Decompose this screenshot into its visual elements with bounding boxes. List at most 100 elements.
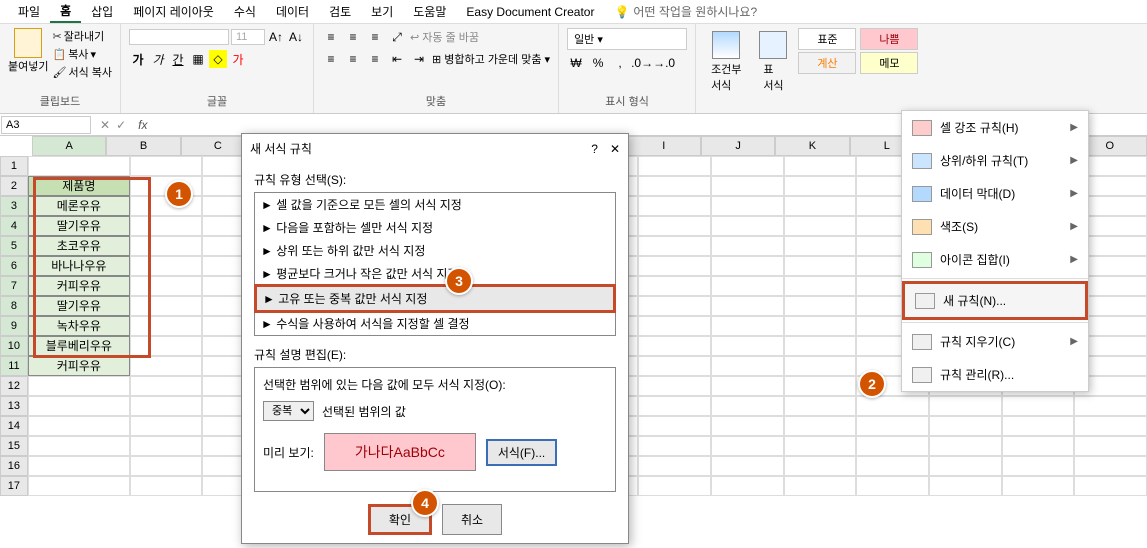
- cell-B7[interactable]: [130, 276, 203, 296]
- cell-J15[interactable]: [711, 436, 784, 456]
- tab-layout[interactable]: 페이지 레이아웃: [123, 1, 224, 22]
- cell-O14[interactable]: [1074, 416, 1147, 436]
- cell-K15[interactable]: [784, 436, 857, 456]
- currency-icon[interactable]: ₩: [567, 54, 585, 72]
- row-header-8[interactable]: 8: [0, 296, 28, 316]
- row-header-17[interactable]: 17: [0, 476, 28, 496]
- cell-J16[interactable]: [711, 456, 784, 476]
- cell-A1[interactable]: [28, 156, 130, 176]
- row-header-10[interactable]: 10: [0, 336, 28, 356]
- cell-M15[interactable]: [929, 436, 1002, 456]
- cell-style-bad[interactable]: 나쁨: [860, 28, 918, 50]
- comma-icon[interactable]: ,: [611, 54, 629, 72]
- cell-I17[interactable]: [638, 476, 711, 496]
- cell-K12[interactable]: [784, 376, 857, 396]
- cell-style-calc[interactable]: 계산: [798, 52, 856, 74]
- tab-edc[interactable]: Easy Document Creator: [456, 3, 604, 21]
- cell-M16[interactable]: [929, 456, 1002, 476]
- cell-B15[interactable]: [130, 436, 203, 456]
- cell-N15[interactable]: [1002, 436, 1075, 456]
- rule-item-4[interactable]: ► 고유 또는 중복 값만 서식 지정: [254, 284, 616, 313]
- cell-B14[interactable]: [130, 416, 203, 436]
- cell-O16[interactable]: [1074, 456, 1147, 476]
- cell-A12[interactable]: [28, 376, 130, 396]
- dropdown-item-4[interactable]: 아이콘 집합(I)▶: [902, 243, 1088, 276]
- dec-decimal-icon[interactable]: →.0: [655, 54, 673, 72]
- orientation-icon[interactable]: ⤢: [388, 28, 406, 46]
- cell-B6[interactable]: [130, 256, 203, 276]
- cell-J6[interactable]: [711, 256, 784, 276]
- dropdown-item-0[interactable]: 셀 강조 규칙(H)▶: [902, 111, 1088, 144]
- cell-K9[interactable]: [784, 316, 857, 336]
- rule-item-0[interactable]: ► 셀 값을 기준으로 모든 셀의 서식 지정: [255, 193, 615, 216]
- merge-center-button[interactable]: ⊞ 병합하고 가운데 맞춤 ▾: [432, 51, 550, 67]
- cell-J12[interactable]: [711, 376, 784, 396]
- font-family-select[interactable]: [129, 29, 229, 45]
- format-button[interactable]: 서식(F)...: [486, 439, 557, 466]
- col-header-B[interactable]: B: [106, 136, 180, 156]
- font-size-select[interactable]: 11: [231, 29, 265, 45]
- cell-A11[interactable]: 커피우유: [28, 356, 130, 376]
- cell-K10[interactable]: [784, 336, 857, 356]
- cell-L15[interactable]: [856, 436, 929, 456]
- cell-I5[interactable]: [638, 236, 711, 256]
- cell-J13[interactable]: [711, 396, 784, 416]
- col-header-K[interactable]: K: [775, 136, 849, 156]
- cell-I15[interactable]: [638, 436, 711, 456]
- cell-I2[interactable]: [638, 176, 711, 196]
- cell-A9[interactable]: 녹차우유: [28, 316, 130, 336]
- cell-B4[interactable]: [130, 216, 203, 236]
- cell-B10[interactable]: [130, 336, 203, 356]
- bold-icon[interactable]: 가: [129, 50, 147, 68]
- cell-K2[interactable]: [784, 176, 857, 196]
- cell-J4[interactable]: [711, 216, 784, 236]
- cell-J10[interactable]: [711, 336, 784, 356]
- cell-K7[interactable]: [784, 276, 857, 296]
- cell-J7[interactable]: [711, 276, 784, 296]
- cell-A16[interactable]: [28, 456, 130, 476]
- paste-button[interactable]: 붙여넣기: [8, 28, 48, 74]
- cell-K17[interactable]: [784, 476, 857, 496]
- cell-J9[interactable]: [711, 316, 784, 336]
- cell-A4[interactable]: 딸기우유: [28, 216, 130, 236]
- col-header-I[interactable]: I: [627, 136, 701, 156]
- format-painter-button[interactable]: 🖌서식 복사: [52, 64, 112, 80]
- dropdown-item-3[interactable]: 색조(S)▶: [902, 210, 1088, 243]
- dialog-help-icon[interactable]: ?: [591, 142, 598, 156]
- tab-view[interactable]: 보기: [361, 1, 403, 22]
- row-header-14[interactable]: 14: [0, 416, 28, 436]
- cell-A17[interactable]: [28, 476, 130, 496]
- enter-fx-icon[interactable]: ✓: [116, 118, 126, 132]
- align-left-icon[interactable]: ≡: [322, 50, 340, 68]
- cell-B9[interactable]: [130, 316, 203, 336]
- percent-icon[interactable]: %: [589, 54, 607, 72]
- italic-icon[interactable]: 가: [149, 50, 167, 68]
- dropdown-item-7[interactable]: 규칙 관리(R)...: [902, 358, 1088, 391]
- align-top-icon[interactable]: ≡: [322, 28, 340, 46]
- indent-dec-icon[interactable]: ⇤: [388, 50, 406, 68]
- cell-B5[interactable]: [130, 236, 203, 256]
- tab-formulas[interactable]: 수식: [224, 1, 266, 22]
- cell-K6[interactable]: [784, 256, 857, 276]
- cell-style-normal[interactable]: 표준: [798, 28, 856, 50]
- border-icon[interactable]: ▦: [189, 50, 207, 68]
- row-header-2[interactable]: 2: [0, 176, 28, 196]
- cell-I16[interactable]: [638, 456, 711, 476]
- row-header-3[interactable]: 3: [0, 196, 28, 216]
- wrap-text-button[interactable]: ↩ 자동 줄 바꿈: [410, 29, 479, 45]
- cell-I8[interactable]: [638, 296, 711, 316]
- cell-A2[interactable]: 제품명: [28, 176, 130, 196]
- row-header-7[interactable]: 7: [0, 276, 28, 296]
- cell-J3[interactable]: [711, 196, 784, 216]
- cell-I4[interactable]: [638, 216, 711, 236]
- decrease-font-icon[interactable]: A↓: [287, 28, 305, 46]
- cell-I10[interactable]: [638, 336, 711, 356]
- row-header-13[interactable]: 13: [0, 396, 28, 416]
- cell-K14[interactable]: [784, 416, 857, 436]
- cell-J11[interactable]: [711, 356, 784, 376]
- cell-J8[interactable]: [711, 296, 784, 316]
- cell-I6[interactable]: [638, 256, 711, 276]
- duplicate-select[interactable]: 중복: [263, 401, 314, 421]
- cell-M14[interactable]: [929, 416, 1002, 436]
- col-header-J[interactable]: J: [701, 136, 775, 156]
